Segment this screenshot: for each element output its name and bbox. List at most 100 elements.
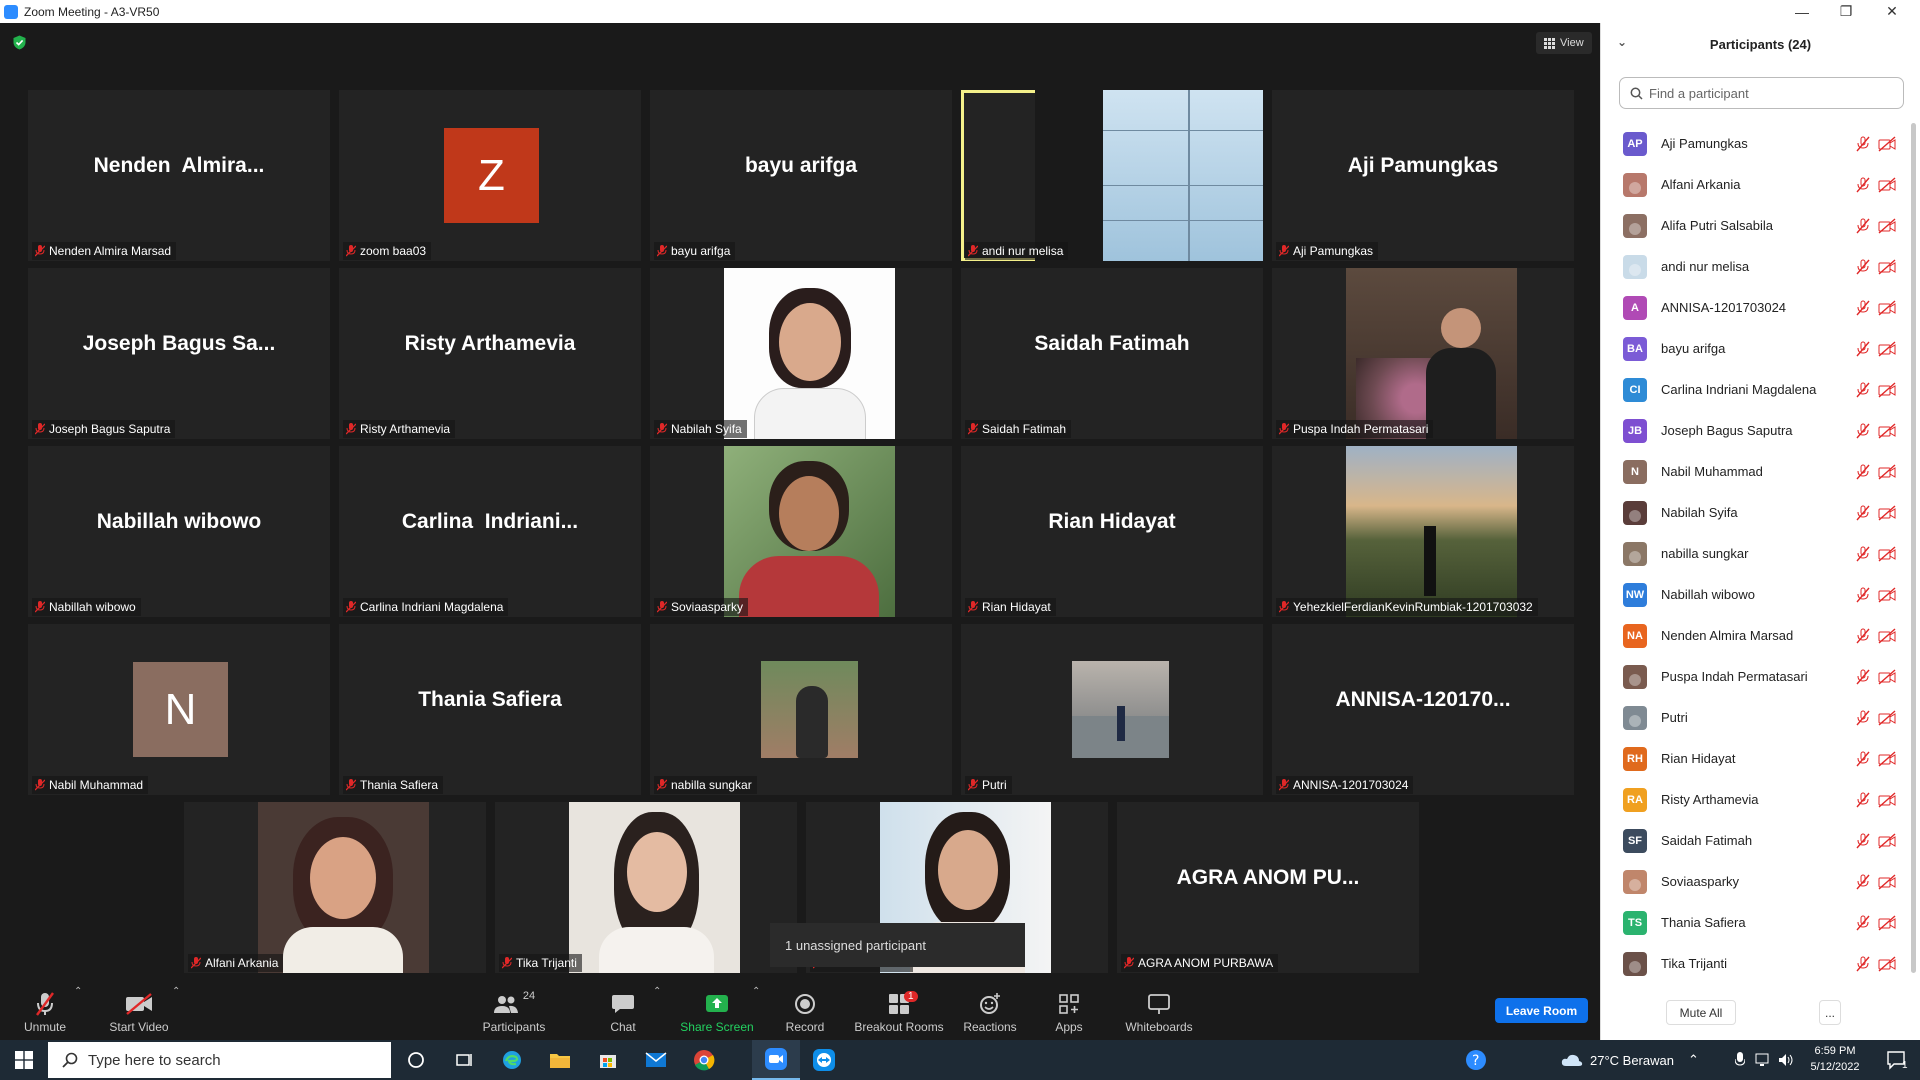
participant-muted-mic-icon[interactable] <box>1856 751 1870 767</box>
participant-video-off-icon[interactable] <box>1878 956 1896 972</box>
cortana-icon[interactable] <box>392 1040 440 1080</box>
participant-video-tile[interactable]: ANNISA-120170... ANNISA-1201703024 <box>1272 624 1574 795</box>
close-button[interactable]: ✕ <box>1872 0 1912 23</box>
participant-video-tile[interactable]: Rian Hidayat Rian Hidayat <box>961 446 1263 617</box>
participant-list-item[interactable]: SF Saidah Fatimah <box>1601 820 1911 861</box>
participant-list-item[interactable]: TS Thania Safiera <box>1601 902 1911 943</box>
participant-video-off-icon[interactable] <box>1878 833 1896 849</box>
task-view-icon[interactable] <box>440 1040 488 1080</box>
participant-list-item[interactable]: BA bayu arifga <box>1601 328 1911 369</box>
participant-list-item[interactable]: N Nabil Muhammad <box>1601 451 1911 492</box>
participant-video-off-icon[interactable] <box>1878 341 1896 357</box>
help-icon[interactable]: ? <box>1452 1040 1500 1080</box>
participant-video-tile[interactable]: Saidah Fatimah Saidah Fatimah <box>961 268 1263 439</box>
participant-video-off-icon[interactable] <box>1878 628 1896 644</box>
participant-video-off-icon[interactable] <box>1878 587 1896 603</box>
participant-muted-mic-icon[interactable] <box>1856 341 1870 357</box>
participant-list-item[interactable]: Soviaasparky <box>1601 861 1911 902</box>
more-options-button[interactable]: ... <box>1819 1000 1841 1025</box>
chat-button[interactable]: Chat <box>603 980 643 1040</box>
apps-button[interactable]: Apps <box>1050 980 1088 1040</box>
participant-video-tile[interactable]: Tika Trijanti <box>495 802 797 973</box>
participant-muted-mic-icon[interactable] <box>1856 546 1870 562</box>
participant-video-off-icon[interactable] <box>1878 382 1896 398</box>
participant-video-tile[interactable]: bayu arifga bayu arifga <box>650 90 952 261</box>
show-hidden-icons-chevron-icon[interactable]: ⌃ <box>1688 1040 1699 1080</box>
participant-video-tile[interactable]: Puspa Indah Permatasari <box>1272 268 1574 439</box>
mute-all-button[interactable]: Mute All <box>1666 1000 1736 1025</box>
minimize-button[interactable]: — <box>1782 0 1822 23</box>
participant-muted-mic-icon[interactable] <box>1856 587 1870 603</box>
participant-list-item[interactable]: RH Rian Hidayat <box>1601 738 1911 779</box>
participant-muted-mic-icon[interactable] <box>1856 669 1870 685</box>
participant-muted-mic-icon[interactable] <box>1856 956 1870 972</box>
participant-video-tile[interactable]: Nabilah Syifa <box>650 268 952 439</box>
weather-text[interactable]: 27°C Berawan <box>1590 1040 1674 1080</box>
notification-center-icon[interactable]: 1 <box>1872 1040 1920 1080</box>
audio-options-caret[interactable]: ⌃ <box>74 986 82 997</box>
participant-list-item[interactable]: AP Aji Pamungkas <box>1601 123 1911 164</box>
video-options-caret[interactable]: ⌃ <box>172 986 180 997</box>
participant-muted-mic-icon[interactable] <box>1856 505 1870 521</box>
start-video-button[interactable]: Start Video <box>105 980 173 1040</box>
participant-video-off-icon[interactable] <box>1878 874 1896 890</box>
chat-options-caret[interactable]: ⌃ <box>653 986 661 997</box>
participant-muted-mic-icon[interactable] <box>1856 874 1870 890</box>
participant-list-item[interactable]: andi nur melisa <box>1601 246 1911 287</box>
participant-video-tile[interactable]: andi nur melisa <box>961 90 1263 261</box>
participant-muted-mic-icon[interactable] <box>1856 628 1870 644</box>
participant-video-tile[interactable]: YehezkielFerdianKevinRumbiak-1201703032 <box>1272 446 1574 617</box>
volume-icon[interactable] <box>1776 1040 1798 1080</box>
participant-video-off-icon[interactable] <box>1878 423 1896 439</box>
participant-muted-mic-icon[interactable] <box>1856 300 1870 316</box>
file-explorer-icon[interactable] <box>536 1040 584 1080</box>
participant-muted-mic-icon[interactable] <box>1856 792 1870 808</box>
participant-muted-mic-icon[interactable] <box>1856 915 1870 931</box>
participant-muted-mic-icon[interactable] <box>1856 136 1870 152</box>
participant-video-tile[interactable]: Nenden Almira... Nenden Almira Marsad <box>28 90 330 261</box>
reactions-button[interactable]: Reactions <box>960 980 1020 1040</box>
participant-list-item[interactable]: Putri <box>1601 697 1911 738</box>
participant-video-off-icon[interactable] <box>1878 464 1896 480</box>
participant-muted-mic-icon[interactable] <box>1856 218 1870 234</box>
breakout-rooms-button[interactable]: 1 Breakout Rooms <box>850 980 948 1040</box>
participant-video-off-icon[interactable] <box>1878 792 1896 808</box>
participant-list-item[interactable]: CI Carlina Indriani Magdalena <box>1601 369 1911 410</box>
collapse-panel-chevron-icon[interactable]: ⌄ <box>1617 35 1627 49</box>
participant-video-tile[interactable]: Putri <box>961 624 1263 795</box>
participant-list-item[interactable]: Nabilah Syifa <box>1601 492 1911 533</box>
view-button[interactable]: View <box>1536 32 1592 54</box>
participant-list-item[interactable]: Alifa Putri Salsabila <box>1601 205 1911 246</box>
microphone-tray-icon[interactable] <box>1730 1040 1750 1080</box>
record-button[interactable]: Record <box>780 980 830 1040</box>
participant-muted-mic-icon[interactable] <box>1856 382 1870 398</box>
participant-list-item[interactable]: Alfani Arkania <box>1601 164 1911 205</box>
participant-muted-mic-icon[interactable] <box>1856 464 1870 480</box>
microsoft-store-icon[interactable] <box>584 1040 632 1080</box>
participant-video-off-icon[interactable] <box>1878 751 1896 767</box>
participant-video-tile[interactable]: AGRA ANOM PU... AGRA ANOM PURBAWA <box>1117 802 1419 973</box>
participant-video-tile[interactable]: N Nabil Muhammad <box>28 624 330 795</box>
share-screen-button[interactable]: Share Screen <box>677 980 757 1040</box>
participant-video-off-icon[interactable] <box>1878 669 1896 685</box>
participant-list-item[interactable]: JB Joseph Bagus Saputra <box>1601 410 1911 451</box>
participant-video-off-icon[interactable] <box>1878 710 1896 726</box>
participant-video-tile[interactable]: Carlina Indriani... Carlina Indriani Magd… <box>339 446 641 617</box>
participant-video-off-icon[interactable] <box>1878 546 1896 562</box>
participant-muted-mic-icon[interactable] <box>1856 259 1870 275</box>
network-icon[interactable] <box>1754 1040 1774 1080</box>
teamviewer-icon[interactable] <box>800 1040 848 1080</box>
participant-muted-mic-icon[interactable] <box>1856 710 1870 726</box>
encryption-shield-icon[interactable] <box>12 35 27 50</box>
whiteboards-button[interactable]: Whiteboards <box>1118 980 1200 1040</box>
participant-video-off-icon[interactable] <box>1878 505 1896 521</box>
participant-muted-mic-icon[interactable] <box>1856 423 1870 439</box>
participant-video-off-icon[interactable] <box>1878 136 1896 152</box>
participant-list-item[interactable]: Puspa Indah Permatasari <box>1601 656 1911 697</box>
participant-video-off-icon[interactable] <box>1878 218 1896 234</box>
zoom-taskbar-icon[interactable] <box>752 1040 800 1080</box>
unmute-button[interactable]: Unmute <box>14 980 76 1040</box>
participant-video-off-icon[interactable] <box>1878 300 1896 316</box>
participant-video-tile[interactable]: Aji Pamungkas Aji Pamungkas <box>1272 90 1574 261</box>
taskbar-search-box[interactable]: Type here to search <box>48 1042 391 1078</box>
